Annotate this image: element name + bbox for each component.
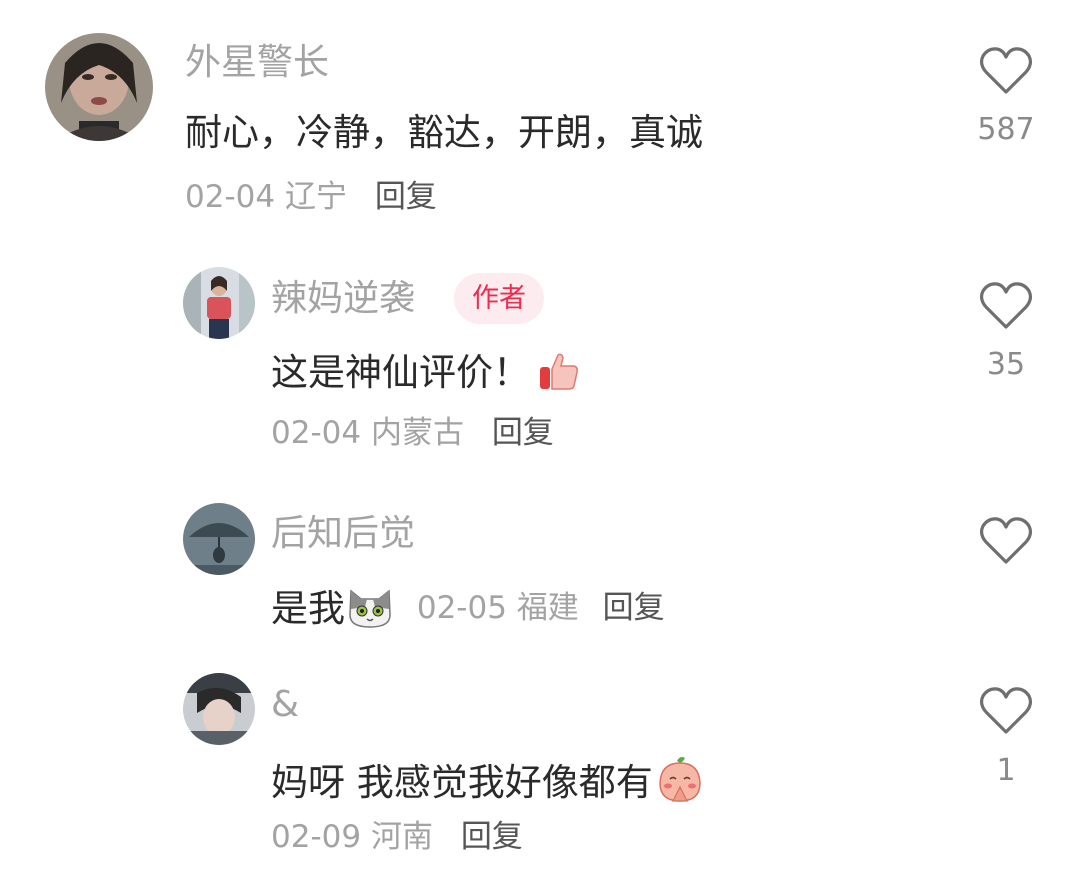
- avatar[interactable]: [183, 267, 255, 339]
- cat-face-emoji: [347, 585, 393, 635]
- avatar[interactable]: [183, 673, 255, 745]
- comment-meta: 02-04 辽宁 回复: [185, 182, 437, 213]
- comment-meta: 02-04 内蒙古 回复: [271, 418, 554, 449]
- comment-date: 02-04: [185, 179, 276, 215]
- comment-date: 02-04: [271, 415, 362, 451]
- heart-outline-icon: [979, 282, 1033, 329]
- avatar[interactable]: [183, 503, 255, 575]
- thumbs-up-emoji: [538, 351, 580, 399]
- username[interactable]: 后知后觉: [271, 516, 415, 552]
- avatar[interactable]: [45, 33, 153, 141]
- comment-item: & 妈呀 我感觉我好像都有 02-09 河南 回复 1: [0, 660, 1080, 887]
- comment-meta: 02-05 福建 回复: [407, 590, 665, 626]
- comment-date: 02-05: [416, 590, 507, 626]
- username[interactable]: &: [271, 687, 299, 723]
- comment-location: 辽宁: [284, 179, 347, 215]
- like-button[interactable]: [979, 281, 1033, 331]
- comment-item: 外星警长 耐心，冷静，豁达，开朗，真诚 02-04 辽宁 回复 587: [0, 0, 1080, 230]
- like-button[interactable]: [979, 686, 1033, 736]
- like-count: 587: [977, 112, 1035, 147]
- heart-outline-icon: [979, 517, 1033, 564]
- comment-text-content: 妈呀 我感觉我好像都有: [271, 761, 653, 804]
- comment-location: 河南: [370, 819, 433, 855]
- comment-item: 后知后觉 是我 02-05 福建 回复: [0, 490, 1080, 650]
- peach-pray-emoji: [657, 755, 703, 809]
- comment-item: 辣妈逆袭 作者 这是神仙评价！ 02-04 内蒙古 回复 35: [0, 240, 1080, 470]
- reply-button[interactable]: 回复: [492, 415, 554, 451]
- comment-text: 妈呀 我感觉我好像都有: [271, 755, 703, 809]
- like-count: 1: [996, 753, 1016, 788]
- reply-button[interactable]: 回复: [603, 590, 665, 626]
- comment-text: 是我 02-05 福建 回复: [271, 585, 665, 635]
- like-button[interactable]: [979, 516, 1033, 566]
- username[interactable]: 外星警长: [185, 45, 329, 81]
- comment-meta: 02-09 河南 回复: [271, 822, 523, 853]
- like-button[interactable]: [979, 46, 1033, 96]
- comment-text: 耐心，冷静，豁达，开朗，真诚: [185, 111, 703, 154]
- heart-outline-icon: [979, 687, 1033, 734]
- reply-button[interactable]: 回复: [375, 179, 437, 215]
- like-count: 35: [986, 347, 1026, 382]
- comment-location: 内蒙古: [370, 415, 464, 451]
- comment-text-content: 这是神仙评价！: [271, 351, 530, 394]
- comment-text: 这是神仙评价！: [271, 351, 580, 399]
- username[interactable]: 辣妈逆袭: [271, 281, 415, 317]
- author-badge: 作者: [454, 273, 544, 324]
- reply-button[interactable]: 回复: [461, 819, 523, 855]
- heart-outline-icon: [979, 47, 1033, 94]
- comment-date: 02-09: [271, 819, 362, 855]
- comment-location: 福建: [516, 590, 579, 626]
- comment-text-content: 是我: [271, 587, 345, 630]
